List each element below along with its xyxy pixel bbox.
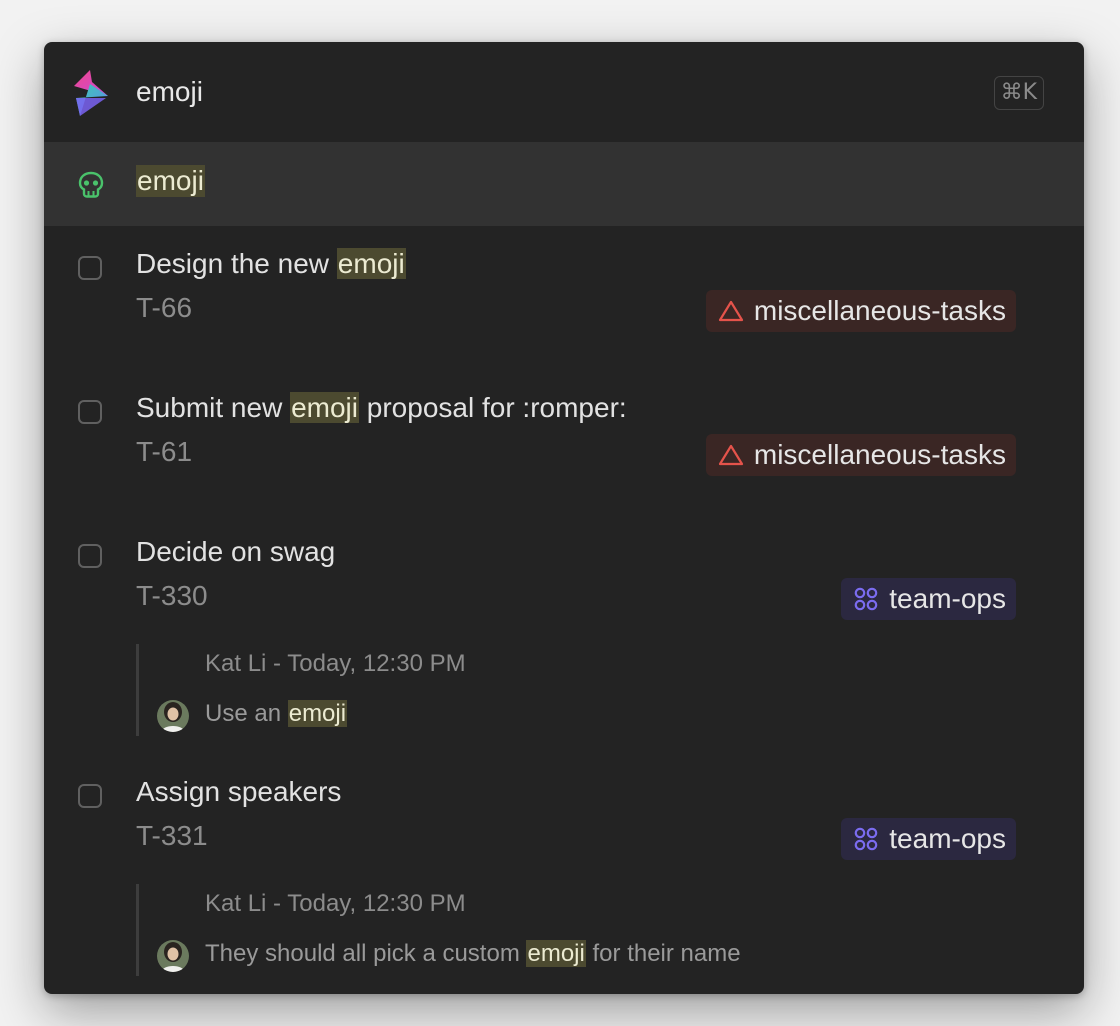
task-checkbox[interactable]	[78, 544, 102, 568]
comment-meta: Kat Li - Today, 12:30 PM	[205, 650, 466, 677]
result-id: T-330	[136, 580, 208, 611]
grid-circles-icon	[854, 587, 878, 611]
emoji-icon	[78, 171, 104, 198]
comment-body: Use an emoji	[205, 700, 348, 727]
suggestion-label: emoji	[136, 165, 205, 197]
result-title: Submit new emoji proposal for :romper:	[136, 392, 627, 423]
search-bar: ⌘K	[44, 42, 1084, 142]
tag-label: miscellaneous-tasks	[753, 295, 1006, 326]
result-id: T-66	[136, 292, 193, 323]
app-logo-icon	[74, 70, 108, 116]
triangle-icon	[718, 300, 743, 322]
tag-label: team-ops	[889, 583, 1006, 614]
command-palette: ⌘K emoji Design the new emoji T-66 misce…	[44, 42, 1084, 994]
task-checkbox[interactable]	[78, 256, 102, 280]
search-input[interactable]	[136, 72, 936, 112]
tag-label: team-ops	[889, 823, 1006, 854]
comment-preview[interactable]: Kat Li - Today, 12:30 PM They should all…	[136, 884, 1019, 976]
tag-team-ops[interactable]: team-ops	[841, 578, 1016, 620]
result-item[interactable]: Design the new emoji T-66 miscellaneous-…	[44, 242, 1084, 342]
result-id: T-331	[136, 820, 208, 851]
suggestion-row-emoji[interactable]: emoji	[44, 142, 1084, 226]
tag-team-ops[interactable]: team-ops	[841, 818, 1016, 860]
result-title: Decide on swag	[136, 536, 336, 567]
avatar	[157, 940, 189, 972]
result-item[interactable]: Assign speakers T-331 team-ops Kat Li - …	[44, 770, 1084, 994]
result-item[interactable]: Decide on swag T-330 team-ops Kat Li - T…	[44, 530, 1084, 736]
result-item[interactable]: Submit new emoji proposal for :romper: T…	[44, 386, 1084, 486]
tag-label: miscellaneous-tasks	[753, 439, 1006, 470]
grid-circles-icon	[854, 827, 878, 851]
tag-miscellaneous-tasks[interactable]: miscellaneous-tasks	[705, 290, 1016, 332]
task-checkbox[interactable]	[78, 400, 102, 424]
tag-miscellaneous-tasks[interactable]: miscellaneous-tasks	[705, 434, 1016, 476]
comment-body: They should all pick a custom emoji for …	[205, 940, 741, 967]
triangle-icon	[718, 444, 743, 466]
comment-meta: Kat Li - Today, 12:30 PM	[205, 890, 466, 917]
shortcut-badge: ⌘K	[993, 76, 1044, 110]
result-id: T-61	[136, 436, 193, 467]
avatar	[157, 700, 189, 732]
comment-preview[interactable]: Kat Li - Today, 12:30 PM Use an emoji	[136, 644, 1019, 736]
result-title: Assign speakers	[136, 776, 342, 807]
task-checkbox[interactable]	[78, 784, 102, 808]
result-title: Design the new emoji	[136, 248, 406, 279]
